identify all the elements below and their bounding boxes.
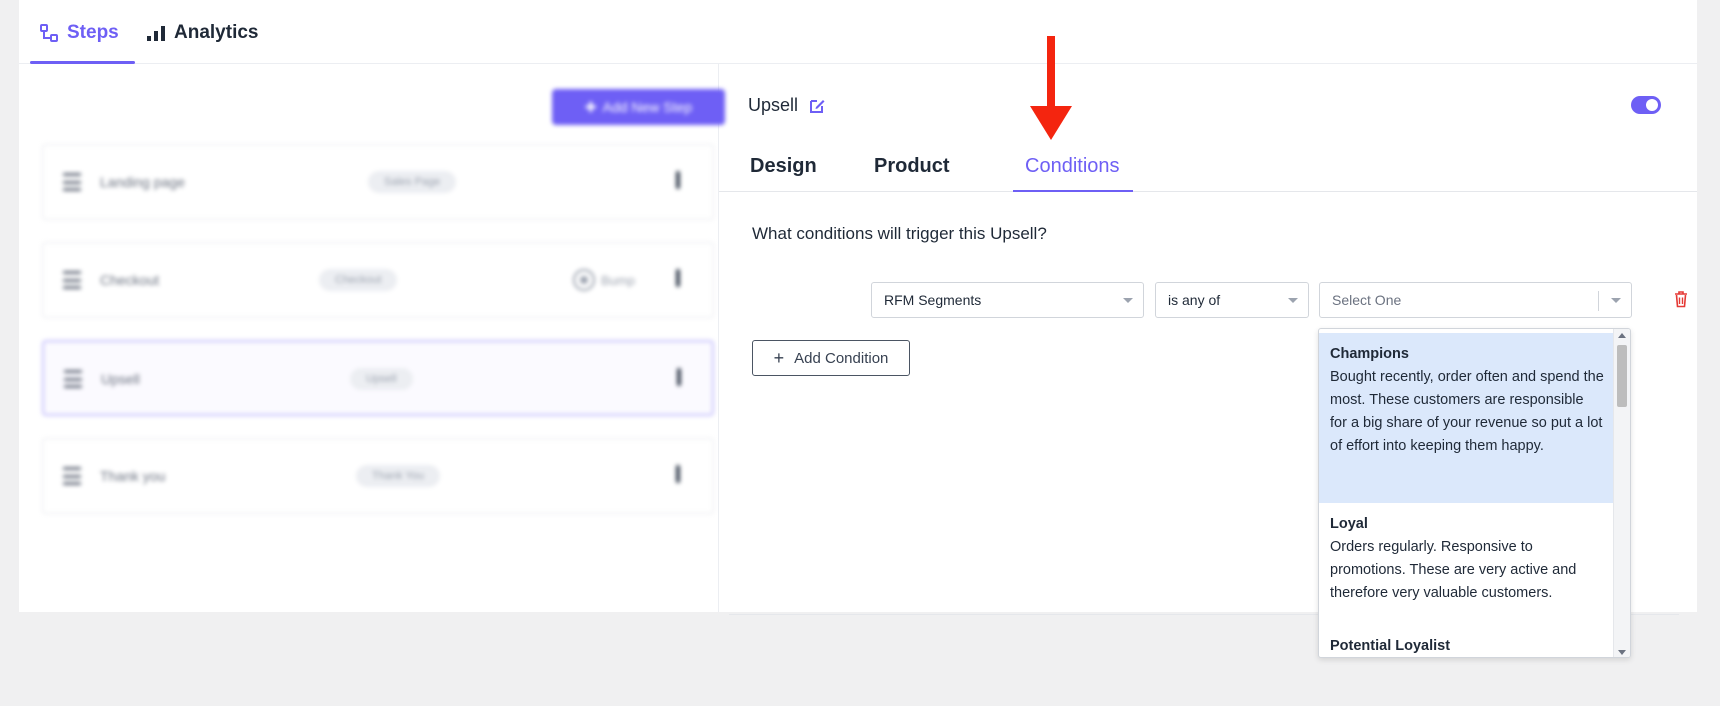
- tab-analytics-label: Analytics: [174, 22, 259, 43]
- tab-steps-label: Steps: [67, 22, 119, 43]
- scrollbar-thumb[interactable]: [1617, 345, 1627, 407]
- more-options-icon[interactable]: [676, 171, 680, 189]
- chevron-down-icon: [1123, 298, 1133, 303]
- more-options-icon[interactable]: [676, 465, 680, 483]
- step-name: Landing page: [100, 174, 185, 190]
- drag-handle-icon[interactable]: [63, 173, 81, 191]
- settings-tabs: Design Product Conditions: [719, 140, 1697, 192]
- step-type-badge: Sales Page: [368, 171, 457, 193]
- step-name: Checkout: [100, 272, 160, 288]
- select-separator: [1598, 291, 1599, 311]
- option-potential-loyalist[interactable]: Potential Loyalist: [1319, 625, 1615, 657]
- chevron-down-icon: [1611, 298, 1621, 303]
- condition-field-select[interactable]: RFM Segments: [871, 282, 1144, 318]
- option-title: Champions: [1330, 346, 1409, 362]
- plus-icon: ✚: [584, 98, 597, 115]
- tab-analytics[interactable]: Analytics: [146, 18, 258, 48]
- option-title: Potential Loyalist: [1330, 638, 1451, 654]
- add-new-step-label: Add New Step: [602, 99, 693, 115]
- step-card-landing-page[interactable]: Landing page Sales Page: [42, 144, 714, 220]
- steps-icon: [40, 24, 58, 42]
- more-options-icon[interactable]: [677, 368, 681, 386]
- bump-indicator[interactable]: Bump: [573, 269, 635, 291]
- add-condition-button[interactable]: + Add Condition: [752, 340, 910, 376]
- step-type-badge: Checkout: [319, 269, 398, 291]
- bar-chart-icon: [147, 26, 165, 41]
- tab-design[interactable]: Design: [750, 155, 817, 178]
- plus-icon: +: [773, 347, 785, 368]
- condition-operator-value: is any of: [1168, 292, 1221, 308]
- edit-icon[interactable]: [808, 97, 826, 115]
- step-card-thank-you[interactable]: Thank you Thank You: [42, 438, 714, 514]
- option-title: Loyal: [1330, 516, 1368, 532]
- drag-handle-icon[interactable]: [64, 370, 82, 388]
- step-name: Thank you: [100, 468, 166, 484]
- dropdown-scrollbar[interactable]: [1613, 329, 1630, 657]
- conditions-question: What conditions will trigger this Upsell…: [752, 224, 1047, 243]
- condition-value-placeholder: Select One: [1332, 292, 1402, 308]
- option-description: Bought recently, order often and spend t…: [1330, 369, 1604, 454]
- step-name: Upsell: [101, 371, 140, 387]
- bump-label: Bump: [601, 272, 635, 288]
- condition-value-select[interactable]: Select One: [1319, 282, 1632, 318]
- drag-handle-icon[interactable]: [63, 271, 81, 289]
- tab-product[interactable]: Product: [874, 155, 950, 178]
- option-loyal[interactable]: Loyal Orders regularly. Responsive to pr…: [1319, 503, 1615, 625]
- step-title-text: Upsell: [748, 95, 799, 115]
- tab-conditions[interactable]: Conditions: [1025, 155, 1120, 178]
- option-description: Orders regularly. Responsive to promotio…: [1330, 539, 1577, 601]
- tab-steps[interactable]: Steps: [39, 18, 119, 48]
- condition-field-value: RFM Segments: [884, 292, 982, 308]
- chevron-down-icon: [1288, 298, 1298, 303]
- step-type-badge: Thank You: [356, 465, 440, 487]
- scroll-up-icon[interactable]: [1618, 333, 1626, 338]
- top-bar: Steps Analytics: [19, 0, 1697, 64]
- step-card-upsell[interactable]: Upsell Upsell: [42, 340, 714, 416]
- option-champions[interactable]: Champions Bought recently, order often a…: [1319, 333, 1615, 503]
- rfm-segment-dropdown[interactable]: Champions Bought recently, order often a…: [1318, 328, 1631, 658]
- dropdown-options: Champions Bought recently, order often a…: [1319, 329, 1615, 657]
- step-card-checkout[interactable]: Checkout Checkout Bump: [42, 242, 714, 318]
- conditions-tab-indicator: [1013, 190, 1133, 192]
- scroll-down-icon[interactable]: [1618, 650, 1626, 655]
- step-title: Upsell: [748, 95, 826, 116]
- bump-icon: [573, 269, 595, 291]
- add-new-step-button[interactable]: ✚ Add New Step: [552, 89, 725, 125]
- drag-handle-icon[interactable]: [63, 467, 81, 485]
- red-arrow-annotation-icon: [1030, 36, 1072, 140]
- step-type-badge: Upsell: [350, 368, 413, 390]
- delete-condition-icon[interactable]: [1673, 290, 1689, 308]
- add-condition-label: Add Condition: [794, 349, 889, 367]
- step-enabled-toggle[interactable]: [1631, 96, 1661, 114]
- steps-panel: ✚ Add New Step Landing page Sales Page C…: [19, 64, 725, 612]
- condition-operator-select[interactable]: is any of: [1155, 282, 1309, 318]
- more-options-icon[interactable]: [676, 269, 680, 287]
